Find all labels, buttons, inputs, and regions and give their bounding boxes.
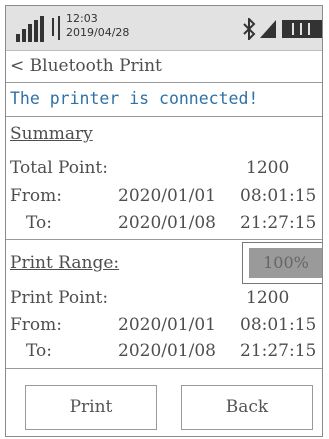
print-from-label: From: bbox=[10, 315, 63, 335]
summary-to-label: To: bbox=[26, 213, 52, 233]
print-from-time: 08:01:15 bbox=[240, 315, 317, 335]
divider bbox=[6, 82, 322, 83]
summary-heading: Summary bbox=[10, 124, 93, 144]
print-point-label: Print Point: bbox=[10, 288, 109, 308]
print-button[interactable]: Print bbox=[25, 385, 157, 430]
print-to-date: 2020/01/08 bbox=[118, 341, 216, 361]
back-button[interactable]: Back bbox=[181, 385, 313, 430]
print-from-date: 2020/01/01 bbox=[118, 315, 216, 335]
summary-to-date: 2020/01/08 bbox=[118, 213, 216, 233]
summary-to-time: 21:27:15 bbox=[240, 213, 317, 233]
summary-from-label: From: bbox=[10, 186, 63, 206]
divider bbox=[6, 239, 322, 240]
status-date: 2019/04/28 bbox=[66, 26, 130, 39]
print-to-label: To: bbox=[26, 341, 52, 361]
print-to-time: 21:27:15 bbox=[240, 341, 317, 361]
back-chevron-icon: < bbox=[10, 56, 25, 76]
summary-from-date: 2020/01/01 bbox=[118, 186, 216, 206]
print-range-selector[interactable]: 100% bbox=[242, 242, 322, 284]
print-range-value: 100% bbox=[249, 248, 322, 278]
page-title: Bluetooth Print bbox=[29, 56, 162, 76]
divider bbox=[6, 368, 322, 369]
device-screen: 12:03 2019/04/28 < Bluetooth Print The p… bbox=[5, 5, 323, 437]
bluetooth-icon bbox=[243, 18, 256, 40]
battery-icon bbox=[282, 20, 322, 38]
divider bbox=[6, 116, 322, 117]
signal-strength-icon bbox=[16, 16, 46, 42]
status-bar: 12:03 2019/04/28 bbox=[6, 6, 322, 51]
total-point-value: 1200 bbox=[246, 158, 290, 178]
print-point-value: 1200 bbox=[246, 288, 290, 308]
print-range-label: Print Range: bbox=[10, 253, 120, 273]
connection-status: The printer is connected! bbox=[10, 89, 259, 108]
back-nav[interactable]: < Bluetooth Print bbox=[10, 56, 162, 76]
total-point-label: Total Point: bbox=[10, 158, 108, 178]
status-time: 12:03 bbox=[66, 12, 98, 25]
summary-from-time: 08:01:15 bbox=[240, 186, 317, 206]
usb-icon bbox=[52, 16, 60, 40]
antenna-signal-icon bbox=[260, 20, 276, 38]
